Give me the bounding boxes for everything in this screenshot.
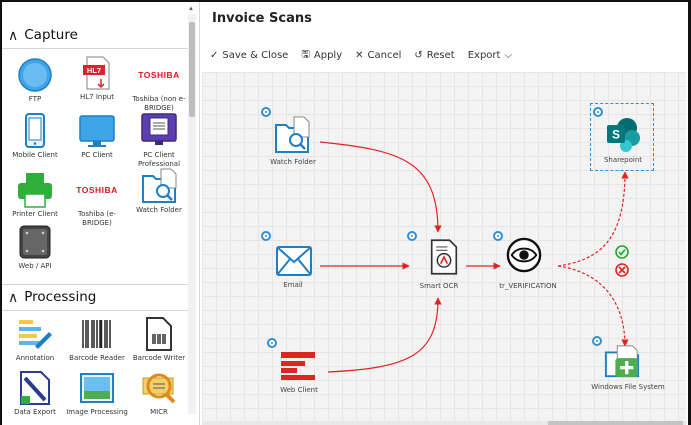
reset-button[interactable]: ↺ Reset bbox=[414, 50, 454, 61]
monitor-pro-icon bbox=[141, 113, 177, 145]
save-icon: 🖫 bbox=[301, 48, 310, 60]
chevron-up-icon: ∧ bbox=[8, 26, 19, 43]
tool-watch-folder[interactable]: Watch Folder bbox=[130, 168, 188, 230]
tool-label: Mobile Client bbox=[12, 151, 58, 159]
node-label: Smart OCR bbox=[419, 282, 459, 290]
tool-label: PC Client bbox=[81, 151, 113, 159]
tool-label: PC Client Professional bbox=[137, 151, 181, 168]
node-email[interactable]: Email bbox=[256, 228, 336, 289]
email-icon bbox=[276, 246, 312, 276]
tool-toshiba-ebridge[interactable]: TOSHIBA Toshiba (e-BRIDGE) bbox=[68, 172, 126, 234]
cancel-button[interactable]: ✕ Cancel bbox=[355, 50, 401, 61]
tool-label: HL7 Input bbox=[80, 93, 114, 101]
section-title-capture: Capture bbox=[24, 27, 78, 43]
tool-hl7-input[interactable]: HL7 HL7 Input bbox=[68, 55, 126, 117]
micr-icon bbox=[142, 373, 176, 404]
hl7-logo-text: HL7 bbox=[87, 66, 101, 75]
scroll-up-arrow-icon[interactable]: ▲ bbox=[188, 6, 194, 12]
node-select-radio[interactable] bbox=[592, 336, 602, 346]
toolbar: ✓ Save & Close 🖫 Apply ✕ Cancel ↺ Reset … bbox=[210, 46, 525, 64]
node-select-radio[interactable] bbox=[261, 231, 271, 241]
web-client-icon bbox=[281, 352, 315, 380]
tool-pc-client[interactable]: PC Client bbox=[68, 113, 126, 175]
tool-label: FTP bbox=[28, 95, 42, 103]
tool-label: Annotation bbox=[15, 354, 55, 362]
annotation-icon bbox=[19, 320, 52, 349]
barcode-document-icon bbox=[146, 317, 172, 351]
server-icon bbox=[19, 225, 51, 259]
check-icon: ✓ bbox=[210, 49, 219, 61]
sharepoint-letter: S bbox=[612, 128, 620, 142]
data-export-icon bbox=[20, 371, 50, 405]
sharepoint-icon: S bbox=[607, 118, 640, 152]
tool-label: Image Processing bbox=[66, 408, 128, 416]
node-select-radio[interactable] bbox=[493, 231, 503, 241]
eye-icon bbox=[506, 237, 542, 273]
tool-label: Barcode Writer bbox=[132, 354, 186, 362]
tool-pc-client-professional[interactable]: PC Client Professional bbox=[130, 113, 188, 175]
node-label: Sharepoint bbox=[603, 156, 643, 164]
tool-label: Data Export bbox=[14, 408, 56, 416]
close-icon: ✕ bbox=[355, 49, 364, 61]
tool-label: Toshiba (e-BRIDGE) bbox=[78, 210, 116, 227]
node-sharepoint[interactable]: S Sharepoint bbox=[590, 103, 654, 171]
node-smart-ocr[interactable]: Smart OCR bbox=[404, 230, 484, 290]
windows-file-system-icon bbox=[604, 345, 640, 378]
hl7-document-icon: HL7 bbox=[83, 56, 110, 90]
node-web-client[interactable]: Web Client bbox=[262, 335, 342, 395]
export-dropdown[interactable]: Export ⌵ bbox=[468, 50, 512, 61]
node-label: Watch Folder bbox=[270, 158, 316, 166]
tool-web-api[interactable]: Web / API bbox=[6, 224, 64, 286]
mobile-phone-icon bbox=[25, 113, 45, 148]
section-title-processing: Processing bbox=[24, 289, 97, 305]
tool-label: Web / API bbox=[18, 262, 52, 270]
watch-folder-icon bbox=[275, 116, 310, 153]
printer-icon bbox=[18, 173, 52, 208]
node-select-radio[interactable] bbox=[267, 338, 277, 348]
node-select-radio[interactable] bbox=[593, 107, 603, 117]
section-header-processing[interactable]: ∧ Processing bbox=[2, 285, 188, 309]
tool-label: Watch Folder bbox=[136, 206, 182, 214]
tool-label: MICR bbox=[150, 408, 168, 416]
node-select-radio[interactable] bbox=[407, 231, 417, 241]
node-windows-file-system[interactable]: Windows File System bbox=[588, 333, 668, 393]
tool-barcode-writer[interactable]: Barcode Writer bbox=[130, 316, 188, 378]
reset-icon: ↺ bbox=[414, 49, 423, 61]
section-header-capture[interactable]: ∧ Capture bbox=[2, 23, 188, 47]
chevron-up-icon: ∧ bbox=[8, 288, 19, 305]
tool-barcode-reader[interactable]: Barcode Reader bbox=[68, 316, 126, 378]
node-verification[interactable]: tr_VERIFICATION bbox=[490, 230, 570, 290]
tool-mobile-client[interactable]: Mobile Client bbox=[6, 113, 64, 175]
barcode-icon bbox=[82, 320, 111, 348]
palette-scrollbar-thumb[interactable] bbox=[189, 22, 195, 117]
chevron-down-icon: ⌵ bbox=[504, 49, 513, 61]
tool-data-export[interactable]: Data Export bbox=[6, 370, 64, 425]
node-watch-folder[interactable]: Watch Folder bbox=[256, 104, 336, 166]
monitor-icon bbox=[79, 115, 115, 147]
save-close-button[interactable]: ✓ Save & Close bbox=[210, 50, 288, 61]
smart-ocr-icon bbox=[430, 239, 458, 275]
toshiba-logo: TOSHIBA bbox=[138, 70, 180, 80]
workflow-title: Invoice Scans bbox=[212, 11, 312, 26]
toshiba-logo: TOSHIBA bbox=[76, 185, 118, 195]
node-label: Email bbox=[283, 281, 303, 289]
tool-annotation[interactable]: Annotation bbox=[6, 316, 64, 378]
node-label: Windows File System bbox=[591, 383, 665, 391]
tool-label: Toshiba (non e-BRIDGE) bbox=[132, 95, 186, 112]
tool-label: Printer Client bbox=[12, 210, 58, 218]
canvas-scrollbar-thumb[interactable] bbox=[548, 421, 683, 425]
tool-image-processing[interactable]: Image Processing bbox=[66, 370, 128, 425]
node-select-radio[interactable] bbox=[261, 107, 271, 117]
tool-toshiba-non-ebridge[interactable]: TOSHIBA Toshiba (non e-BRIDGE) bbox=[130, 57, 188, 119]
node-label: tr_VERIFICATION bbox=[499, 282, 557, 290]
tool-micr[interactable]: MICR bbox=[130, 370, 188, 425]
globe-icon bbox=[18, 58, 52, 92]
tool-label: Barcode Reader bbox=[69, 354, 125, 362]
watch-folder-icon bbox=[142, 168, 177, 203]
tool-palette: ∧ Capture FTP HL7 HL7 Input TOSHIBA Tosh… bbox=[2, 2, 200, 425]
node-label: Web Client bbox=[280, 386, 318, 394]
tool-ftp[interactable]: FTP bbox=[6, 57, 64, 119]
image-icon bbox=[80, 373, 114, 403]
apply-button[interactable]: 🖫 Apply bbox=[301, 47, 342, 64]
